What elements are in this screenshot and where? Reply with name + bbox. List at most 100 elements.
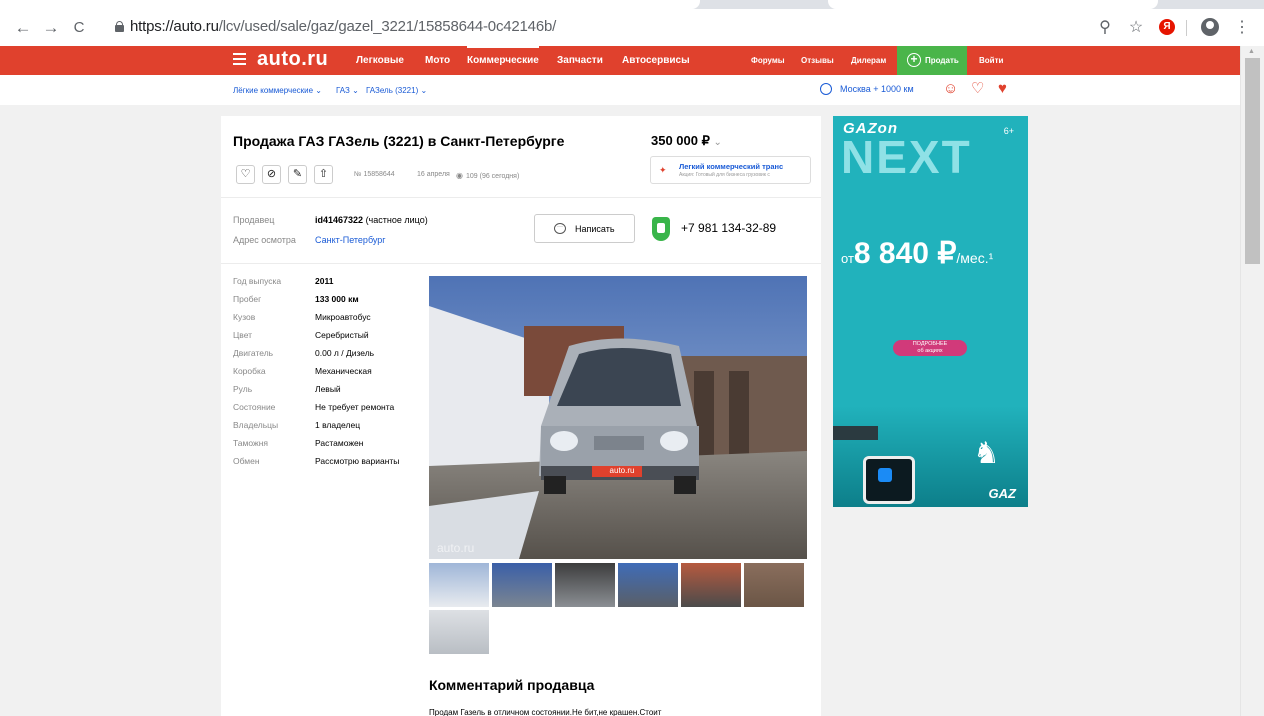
location-filter[interactable]: Москва + 1000 км: [840, 84, 914, 94]
back-icon[interactable]: ←: [13, 18, 33, 38]
seller-info: id41467322 (частное лицо): [315, 215, 428, 225]
block-icon[interactable]: ⊘: [262, 165, 281, 184]
chat-bubble-icon: ···: [554, 223, 566, 234]
photo-thumbnail[interactable]: [429, 563, 489, 607]
yandex-extension-icon[interactable]: Я: [1159, 19, 1175, 35]
nav-forums[interactable]: Форумы: [751, 56, 785, 65]
spec-label: Двигатель: [233, 348, 274, 358]
ad-per-month: /мес.¹: [956, 250, 994, 266]
spec-label: Состояние: [233, 402, 276, 412]
edit-note-icon[interactable]: ✎: [288, 165, 307, 184]
spec-label: Цвет: [233, 330, 253, 340]
phone-number[interactable]: +7 981 134-32-89: [681, 221, 776, 235]
bookmark-star-icon[interactable]: ☆: [1126, 16, 1146, 40]
ad-brand: GAZ: [988, 486, 1016, 501]
spec-label: Пробег: [233, 294, 262, 304]
spec-label: Руль: [233, 384, 253, 394]
tab-strip: [0, 0, 1264, 9]
listing-price[interactable]: 350 000 ₽ ⌄: [651, 133, 722, 149]
url-host: https://auto.ru: [130, 18, 219, 35]
spec-value: Левый: [315, 384, 341, 394]
compare-icon[interactable]: ♥: [998, 80, 1007, 98]
ad-bottom-image: ♞ GAZ: [833, 406, 1028, 507]
listing-views: ◉ 109 (96 сегодня): [456, 171, 519, 180]
write-label: Написать: [575, 224, 615, 234]
spec-value: 0.00 л / Дизель: [315, 348, 375, 358]
crumb-gaz[interactable]: ГАЗ ⌄: [336, 86, 359, 95]
photo-thumbnail[interactable]: [555, 563, 615, 607]
photo-watermark: auto.ru: [437, 541, 475, 555]
forward-icon[interactable]: →: [41, 18, 61, 38]
plate-label: auto.ru: [609, 466, 635, 475]
address-label: Адрес осмотра: [233, 235, 296, 245]
photo-thumbnail[interactable]: [492, 563, 552, 607]
plus-icon: +: [907, 53, 921, 67]
nav-cars[interactable]: Легковые: [356, 55, 404, 66]
crumb-gazel[interactable]: ГАЗель (3221) ⌄: [366, 86, 427, 95]
nav-parts[interactable]: Запчасти: [557, 55, 603, 66]
login-link[interactable]: Войти: [979, 56, 1003, 65]
divider: [221, 263, 821, 264]
account-icon[interactable]: [1201, 18, 1219, 36]
ad-btn-line1: ПОДРОБНЕЕ: [912, 341, 948, 347]
spec-value: Серебристый: [315, 330, 369, 340]
nav-reviews[interactable]: Отзывы: [801, 56, 834, 65]
toolbar-divider: [1186, 20, 1187, 36]
spec-label: Кузов: [233, 312, 256, 322]
nav-services[interactable]: Автосервисы: [622, 55, 690, 66]
scroll-up-icon[interactable]: ▲: [1248, 48, 1255, 55]
spec-value: 133 000 км: [315, 294, 359, 304]
scrollbar-thumb[interactable]: [1245, 58, 1260, 264]
phone-icon: [652, 217, 670, 241]
spec-label: Таможня: [233, 438, 268, 448]
photo-thumbnail[interactable]: [429, 610, 489, 654]
chat-icon[interactable]: ☺: [943, 80, 958, 98]
seller-id: id41467322: [315, 215, 364, 225]
site-logo[interactable]: auto.ru: [257, 48, 328, 71]
ad-details-button[interactable]: ПОДРОБНЕЕ об акциях: [893, 340, 967, 356]
photo-thumbnail[interactable]: [744, 563, 804, 607]
menu-icon[interactable]: [233, 53, 246, 65]
listing-date: 16 апреля: [417, 171, 450, 178]
scrollbar[interactable]: ▲: [1240, 46, 1264, 716]
photo-thumbnail[interactable]: [681, 563, 741, 607]
spec-label: Владельцы: [233, 420, 279, 430]
spec-value: 1 владелец: [315, 420, 361, 430]
zoom-icon[interactable]: ⚲: [1095, 16, 1115, 40]
ad-price: от8 840 ₽/мес.¹: [841, 236, 993, 271]
nav-dealers[interactable]: Дилерам: [851, 56, 886, 65]
tab-inactive[interactable]: [828, 0, 1158, 9]
promo-banner[interactable]: ✦ Легкий коммерческий транс Акция: Готов…: [650, 156, 811, 184]
menu-kebab-icon[interactable]: ⋮: [1232, 16, 1252, 40]
chevron-down-icon: ⌄: [420, 86, 428, 95]
listing-card: Продажа ГАЗ ГАЗель (3221) в Санкт-Петерб…: [221, 116, 821, 716]
spec-value: Микроавтобус: [315, 312, 371, 322]
heart-icon[interactable]: ♡: [971, 80, 984, 98]
reload-icon[interactable]: C: [69, 18, 89, 38]
address-link[interactable]: Санкт-Петербург: [315, 235, 386, 245]
share-icon[interactable]: ⇧: [314, 165, 333, 184]
chevron-down-icon: ⌄: [713, 137, 722, 148]
sell-button[interactable]: + Продать: [897, 46, 967, 75]
chevron-down-icon: ⌄: [315, 86, 322, 95]
promo-icon: ✦: [659, 165, 667, 175]
nav-moto[interactable]: Мото: [425, 55, 450, 66]
tab-active[interactable]: [0, 0, 700, 9]
main-photo[interactable]: auto.ru auto.ru: [429, 276, 807, 559]
promo-title: Легкий коммерческий транс: [679, 162, 784, 171]
ad-btn-line2: об акциях: [917, 348, 943, 354]
ad-from: от: [841, 251, 854, 266]
photo-thumbnail[interactable]: [618, 563, 678, 607]
location-icon[interactable]: [820, 83, 832, 95]
promo-subtitle: Акция: Готовый для бизнеса грузовик с: [679, 172, 770, 178]
write-message-button[interactable]: ··· Написать: [534, 214, 635, 243]
crumb-label: ГАЗель (3221): [366, 86, 419, 95]
address-bar[interactable]: https://auto.ru/lcv/used/sale/gaz/gazel_…: [130, 18, 556, 35]
lock-icon: [115, 21, 124, 32]
divider: [221, 197, 821, 198]
site-header: auto.ru Легковые Мото Коммерческие Запча…: [0, 46, 1240, 75]
crumb-light-commercial[interactable]: Лёгкие коммерческие ⌄: [233, 86, 322, 95]
nav-commercial[interactable]: Коммерческие: [467, 46, 539, 66]
favorite-heart-icon[interactable]: ♡: [236, 165, 255, 184]
ad-banner[interactable]: GAZon 6+ NEXT от8 840 ₽/мес.¹ ПОДРОБНЕЕ …: [833, 116, 1028, 507]
